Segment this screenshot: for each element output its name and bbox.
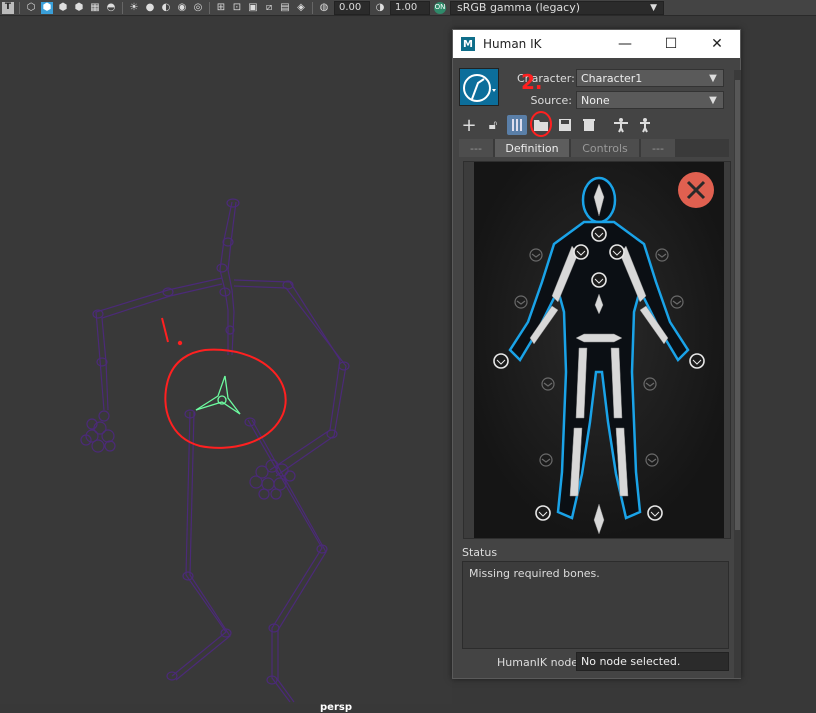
cube-textured-icon[interactable]: ⬢ (57, 2, 69, 14)
scrollbar-thumb[interactable] (735, 80, 740, 530)
tab-left-more[interactable]: --- (459, 139, 493, 157)
resolution-gate-icon[interactable]: ⊡ (231, 2, 243, 14)
status-message: Missing required bones. (469, 567, 600, 580)
skeleton-view[interactable] (0, 17, 452, 704)
human-ik-window: M Human IK — ☐ ✕ Character: Character1 ▼… (452, 29, 741, 679)
chevron-down-icon: ▼ (650, 2, 657, 13)
maya-logo-icon: M (461, 37, 475, 51)
figure-background (474, 162, 724, 538)
hips-bone[interactable] (575, 333, 623, 343)
exposure-field[interactable]: 0.00 (334, 0, 370, 15)
color-space-dropdown[interactable]: sRGB gamma (legacy) ▼ (450, 0, 664, 15)
tab-definition[interactable]: Definition (495, 139, 569, 157)
shadow-icon[interactable]: ● (144, 2, 156, 14)
lock-icon[interactable]: 🔓︎ (483, 115, 503, 135)
source-dropdown[interactable]: None ▼ (576, 91, 724, 109)
cube-wire-icon[interactable]: ⬡ (25, 2, 37, 14)
character-header: Character: Character1 ▼ Source: None ▼ 2… (459, 68, 735, 112)
open-folder-icon[interactable] (530, 111, 552, 137)
film-gate-icon[interactable]: ⊞ (215, 2, 227, 14)
gamma-icon[interactable]: ◑ (374, 2, 386, 14)
source-label: Source: (530, 94, 573, 107)
hik-tabs: --- Definition Controls --- (459, 139, 729, 157)
viewport[interactable]: persp (0, 17, 452, 713)
definition-figure-panel (463, 161, 731, 539)
delete-icon[interactable] (579, 115, 599, 135)
viewport-toolbar: T ⬡ ⬢ ⬢ ⬢ ▦ ◓ ☀ ● ◐ ◉ ◎ ⊞ ⊡ ▣ ⧄ ▤ ◈ ◍ 0.… (0, 0, 816, 16)
light-icon[interactable]: ☀ (128, 2, 140, 14)
color-mgmt-icon[interactable]: ON (434, 1, 446, 14)
maximize-button[interactable]: ☐ (648, 30, 694, 58)
gamma-field[interactable]: 1.00 (390, 0, 430, 15)
status-label: Status (462, 546, 498, 559)
text-icon[interactable]: T (2, 1, 14, 14)
tab-controls[interactable]: Controls (571, 139, 639, 157)
save-icon[interactable] (555, 115, 575, 135)
exposure-icon[interactable]: ◍ (318, 2, 330, 14)
color-space-value: sRGB gamma (legacy) (457, 1, 581, 14)
chevron-down-icon: ▼ (709, 72, 717, 84)
character-dropdown[interactable]: Character1 ▼ (576, 69, 724, 87)
hips-joint[interactable] (195, 375, 241, 415)
xray-icon[interactable]: ◈ (295, 2, 307, 14)
window-title: Human IK (483, 37, 542, 51)
hik-toolbar: + 🔓︎ (459, 111, 735, 137)
body-figure[interactable] (474, 162, 724, 538)
create-icon[interactable]: + (459, 115, 479, 136)
toolbar-divider (19, 1, 20, 14)
toolbar-divider (209, 1, 210, 14)
motion-blur-icon[interactable]: ◉ (176, 2, 188, 14)
toolbar-divider (122, 1, 123, 14)
close-button[interactable]: ✕ (694, 30, 740, 58)
minimize-button[interactable]: — (602, 30, 648, 58)
window-titlebar[interactable]: M Human IK — ☐ ✕ (453, 30, 740, 58)
skeleton-icon[interactable] (507, 115, 527, 135)
cube-lit-icon[interactable]: ⬢ (73, 2, 85, 14)
isolate-icon[interactable]: ⧄ (263, 2, 275, 14)
stance-icon[interactable] (635, 115, 655, 135)
character-menu-icon[interactable] (459, 68, 499, 106)
cube-shaded-icon[interactable]: ⬢ (41, 1, 53, 14)
source-value: None (581, 94, 610, 107)
safe-action-icon[interactable]: ▣ (247, 2, 259, 14)
texture-icon[interactable]: ◓ (105, 2, 117, 14)
ao-icon[interactable]: ◐ (160, 2, 172, 14)
t-pose-icon[interactable] (611, 115, 631, 135)
humanik-node-value: No node selected. (581, 655, 681, 668)
window-scrollbar[interactable] (734, 70, 741, 678)
annotation-step-2: 2. (521, 70, 543, 94)
chevron-down-icon: ▼ (709, 94, 717, 106)
aa-icon[interactable]: ◎ (192, 2, 204, 14)
toolbar-divider (312, 1, 313, 14)
humanik-node-label: HumanIK node (497, 656, 579, 669)
tab-right-more[interactable]: --- (641, 139, 675, 157)
character-value: Character1 (581, 72, 643, 85)
status-message-box: Missing required bones. (462, 561, 729, 649)
checker-icon[interactable]: ▦ (89, 2, 101, 14)
grid-icon[interactable]: ▤ (279, 2, 291, 14)
humanik-node-field[interactable]: No node selected. (576, 652, 729, 671)
